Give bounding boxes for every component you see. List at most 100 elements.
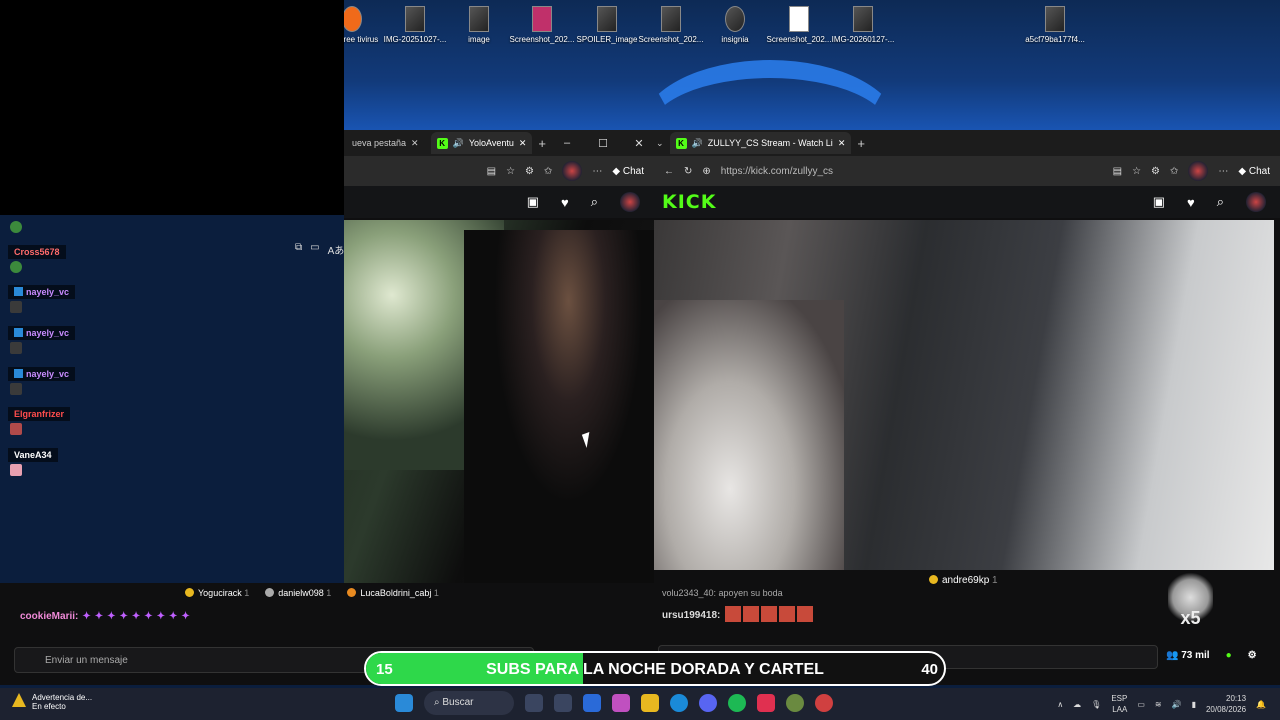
desktop-icon[interactable]: a5cf79ba177f4...	[1020, 6, 1090, 44]
desktop-icon[interactable]: SPOILER_image	[572, 6, 642, 44]
favorite-icon[interactable]: ☆	[506, 166, 515, 177]
right-video-player[interactable]	[654, 220, 1274, 570]
gift-icon[interactable]: ▣	[1153, 194, 1165, 210]
desktop-icon[interactable]: Screenshot_202...	[507, 6, 577, 44]
desktop-icon[interactable]: Screenshot_202...	[764, 6, 834, 44]
search-icon[interactable]: ⌕	[1217, 194, 1224, 210]
app-icon[interactable]	[786, 694, 804, 712]
right-address-bar[interactable]: ← ↻ ⊕ https://kick.com/zullyy_cs ▤ ☆ ⚙ ✩…	[654, 156, 1280, 186]
gift-icon[interactable]: ▣	[527, 194, 539, 210]
emote-icon	[10, 383, 22, 395]
chrome-icon[interactable]	[815, 694, 833, 712]
chat-username[interactable]: Elgranfrizer	[8, 407, 71, 421]
wifi-icon[interactable]: ≋	[1155, 700, 1162, 709]
chat-item: nayely_vc	[8, 285, 358, 325]
close-window-icon[interactable]: ✕	[624, 137, 654, 150]
minimize-icon[interactable]: –	[552, 137, 582, 149]
speaker-icon: 🔊	[691, 137, 703, 148]
collections-icon[interactable]: ✩	[544, 166, 552, 177]
clock[interactable]: 20:13 20/08/2026	[1206, 693, 1246, 715]
maximize-icon[interactable]: ☐	[588, 137, 618, 150]
copilot-icon[interactable]	[612, 694, 630, 712]
close-icon[interactable]: ✕	[411, 138, 419, 149]
emote-icon	[743, 606, 760, 622]
copilot-chat-button[interactable]: ◆ Chat	[1238, 166, 1270, 177]
translate-icon[interactable]: Aあ	[328, 242, 345, 258]
discord-icon[interactable]	[699, 694, 717, 712]
heart-icon[interactable]: ♥	[1187, 195, 1195, 210]
chat-username[interactable]: Cross5678	[8, 245, 66, 259]
chevron-up-icon[interactable]: ∧	[1057, 700, 1063, 709]
left-video-player[interactable]	[344, 220, 654, 585]
notifications-icon[interactable]: 🔔	[1256, 700, 1266, 709]
chat-username[interactable]: nayely_vc	[8, 285, 76, 299]
desktop-icon[interactable]: IMG-20260127-...	[828, 6, 898, 44]
desktop-icon[interactable]: IMG-20251027-...	[380, 6, 450, 44]
settings-icon[interactable]: ⚙	[1248, 650, 1257, 661]
task-view-icon[interactable]	[554, 694, 572, 712]
extensions-icon[interactable]: ⚙	[1151, 166, 1160, 177]
close-icon[interactable]: ✕	[838, 138, 846, 149]
game-icon[interactable]	[525, 694, 543, 712]
viewers-label: 👥 73 mil	[1166, 650, 1210, 661]
spotify-icon[interactable]	[728, 694, 746, 712]
tab-new[interactable]: ueva pestaña ✕	[346, 132, 425, 154]
pip-icon[interactable]: ▭	[310, 242, 319, 258]
language-indicator[interactable]: ESP LAA	[1111, 693, 1127, 715]
collections-icon[interactable]: ✩	[1170, 166, 1178, 177]
mic-icon[interactable]: 🎙	[1091, 700, 1101, 709]
badge-icon	[14, 369, 23, 378]
chat-username[interactable]: VaneA34	[8, 448, 58, 462]
copilot-chat-button[interactable]: ◆ Chat	[612, 166, 644, 177]
network-icon[interactable]: ▭	[1137, 700, 1145, 709]
user-avatar[interactable]	[1246, 192, 1266, 212]
calculator-icon[interactable]	[583, 694, 601, 712]
cloud-icon[interactable]: ☁	[1073, 700, 1081, 709]
close-icon[interactable]: ✕	[519, 138, 527, 149]
reader-icon[interactable]: ▤	[1113, 166, 1122, 177]
weather-warning-widget[interactable]: Advertencia de... En efecto	[12, 693, 92, 711]
chat-username[interactable]: nayely_vc	[8, 326, 76, 340]
url-field[interactable]: https://kick.com/zullyy_cs	[721, 166, 1103, 177]
emote-icon	[10, 464, 22, 476]
user-avatar[interactable]	[620, 192, 640, 212]
tab-zullyy[interactable]: K 🔊 ZULLYY_CS Stream - Watch Li ✕	[669, 132, 852, 154]
favorite-icon[interactable]: ☆	[1132, 166, 1141, 177]
tab-yoloaventuras[interactable]: K 🔊 YoloAventu ✕	[430, 132, 533, 154]
badge-icon	[14, 287, 23, 296]
x5-combo: x5	[1168, 570, 1213, 628]
edge-icon[interactable]	[670, 694, 688, 712]
battery-icon[interactable]: ▮	[1192, 700, 1196, 709]
refresh-icon[interactable]: ↻	[684, 166, 692, 177]
tiktok-icon[interactable]	[757, 694, 775, 712]
chat-username[interactable]: nayely_vc	[8, 367, 76, 381]
profile-avatar[interactable]	[562, 161, 583, 181]
chat-item: nayely_vc	[8, 367, 358, 407]
start-icon[interactable]	[395, 694, 413, 712]
heart-icon[interactable]: ♥	[561, 195, 569, 210]
extensions-icon[interactable]: ⚙	[525, 166, 534, 177]
tab-list-icon[interactable]: ⌄	[656, 138, 664, 149]
desktop-icon[interactable]: image	[444, 6, 514, 44]
search-box[interactable]: ⌕ Buscar	[424, 691, 514, 715]
desktop-icon[interactable]: Screenshot_202...	[636, 6, 706, 44]
reader-icon[interactable]: ▤	[487, 166, 496, 177]
site-info-icon[interactable]: ⊕	[702, 166, 710, 177]
left-address-bar[interactable]: ▤ ☆ ⚙ ✩ ⋯ ◆ Chat	[344, 156, 654, 186]
right-gift-item: andre69kp 1	[929, 575, 998, 586]
chat-item: nayely_vc	[8, 326, 358, 366]
kick-logo[interactable]: KICK	[662, 191, 716, 213]
back-icon[interactable]: ←	[664, 166, 674, 177]
profile-avatar[interactable]	[1188, 161, 1209, 181]
kick-shield-icon[interactable]: ●	[1226, 650, 1232, 661]
file-explorer-icon[interactable]	[641, 694, 659, 712]
new-tab-icon[interactable]: +	[857, 136, 865, 151]
popout-icon[interactable]: ⧉	[295, 242, 302, 258]
search-icon[interactable]: ⌕	[591, 194, 598, 210]
new-tab-icon[interactable]: +	[538, 136, 546, 151]
more-icon[interactable]: ⋯	[592, 166, 602, 177]
volume-icon[interactable]: 🔊	[1172, 700, 1182, 709]
more-icon[interactable]: ⋯	[1218, 166, 1228, 177]
kick-favicon-icon: K	[675, 137, 687, 149]
desktop-icon[interactable]: insignia	[700, 6, 770, 44]
